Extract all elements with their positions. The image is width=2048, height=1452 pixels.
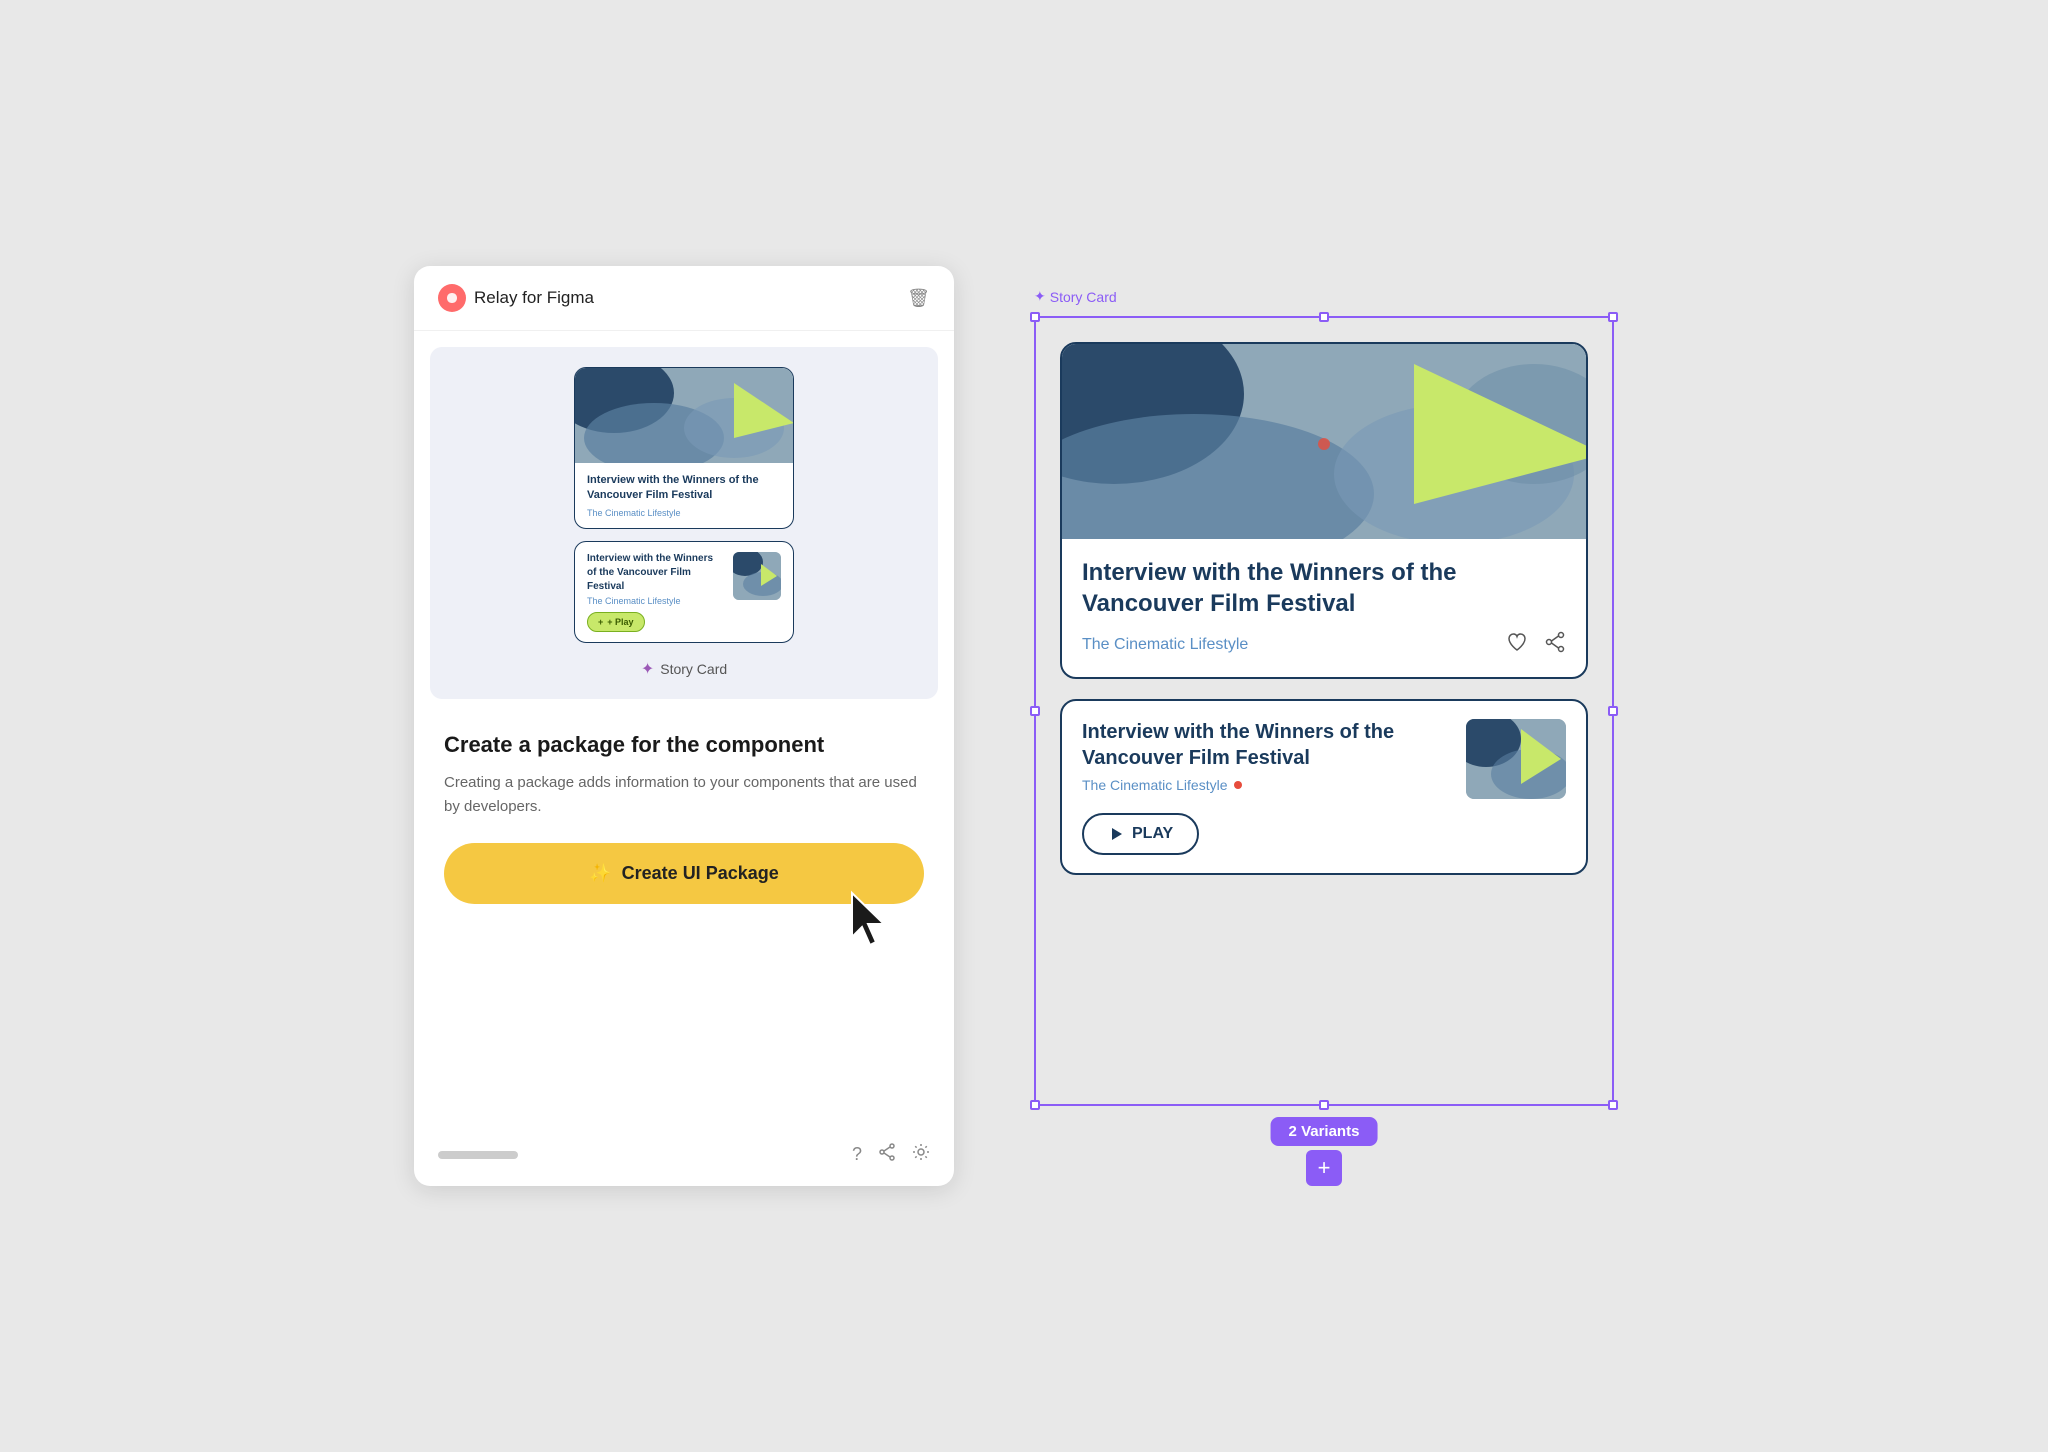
handle-bl: [1030, 1100, 1040, 1110]
handle-bm: [1319, 1100, 1329, 1110]
canvas-cards: Interview with the Winners of the Vancou…: [1036, 318, 1612, 899]
handle-br: [1608, 1100, 1618, 1110]
variants-badge: 2 Variants: [1271, 1117, 1378, 1146]
handle-ml: [1030, 706, 1040, 716]
canvas-small-row: Interview with the Winners of the Vancou…: [1082, 719, 1566, 799]
footer-scrollbar: [438, 1151, 518, 1159]
sparkle-icon: ✦: [641, 659, 654, 679]
left-panel: Relay for Figma 🗑 Interview with the Win…: [414, 266, 954, 1186]
help-icon[interactable]: ?: [852, 1144, 862, 1165]
add-variant-button[interactable]: +: [1306, 1150, 1342, 1186]
sparkle-selection-icon: ✦: [1034, 288, 1046, 305]
canvas-card-image: [1062, 344, 1586, 539]
panel-logo: Relay for Figma: [438, 284, 594, 312]
share-icon[interactable]: [878, 1143, 896, 1166]
preview-card-small: Interview with the Winners of the Vancou…: [574, 541, 794, 643]
panel-header: Relay for Figma 🗑: [414, 266, 954, 331]
trash-icon[interactable]: 🗑: [907, 288, 930, 309]
play-button-large[interactable]: PLAY: [1082, 813, 1199, 855]
canvas-card-title: Interview with the Winners of the Vancou…: [1082, 557, 1566, 619]
handle-mr: [1608, 706, 1618, 716]
canvas-card-large: Interview with the Winners of the Vancou…: [1060, 342, 1588, 679]
right-panel: ✦ Story Card: [1014, 266, 1634, 1186]
play-button-small[interactable]: + + Play: [587, 612, 645, 632]
preview-area: Interview with the Winners of the Vancou…: [430, 347, 938, 699]
wand-icon: ✨: [589, 863, 611, 884]
heart-icon[interactable]: [1506, 631, 1528, 659]
plus-icon-add: +: [1318, 1155, 1331, 1181]
handle-tr: [1608, 312, 1618, 322]
card-title-large: Interview with the Winners of the Vancou…: [587, 473, 781, 504]
panel-title: Relay for Figma: [474, 288, 594, 308]
sc-row: Interview with the Winners of the Vancou…: [587, 552, 781, 606]
preview-card-large: Interview with the Winners of the Vancou…: [574, 367, 794, 529]
canvas-small-sub: The Cinematic Lifestyle: [1082, 777, 1450, 793]
share-canvas-icon[interactable]: [1544, 631, 1566, 659]
play-icon: [1108, 826, 1124, 842]
panel-description: Creating a package adds information to y…: [444, 771, 924, 819]
create-ui-package-button[interactable]: ✨ Create UI Package: [444, 843, 924, 904]
sc-thumb: [733, 552, 781, 600]
component-label: ✦ Story Card: [641, 659, 727, 679]
canvas-small-title: Interview with the Winners of the Vancou…: [1082, 719, 1450, 771]
play-btn-label: PLAY: [1132, 825, 1173, 843]
plus-icon: +: [598, 617, 603, 627]
handle-tl: [1030, 312, 1040, 322]
selection-label: ✦ Story Card: [1034, 288, 1117, 305]
card-sub-small: The Cinematic Lifestyle: [587, 596, 725, 606]
card-body-large: Interview with the Winners of the Vancou…: [575, 463, 793, 528]
play-label: + Play: [607, 617, 633, 627]
canvas-card-small: Interview with the Winners of the Vancou…: [1060, 699, 1588, 875]
card-image-large: [575, 368, 793, 463]
dot-indicator: [1234, 781, 1242, 789]
logo-icon: [438, 284, 466, 312]
handle-tm: [1319, 312, 1329, 322]
canvas-small-thumb: [1466, 719, 1566, 799]
canvas-card-row: The Cinematic Lifestyle: [1082, 631, 1566, 659]
card-title-small: Interview with the Winners of the Vancou…: [587, 552, 725, 594]
create-btn-label: Create UI Package: [622, 863, 779, 884]
selection-box: ✦ Story Card: [1034, 316, 1614, 1106]
card-sub-large: The Cinematic Lifestyle: [587, 508, 781, 518]
panel-content: Create a package for the component Creat…: [414, 715, 954, 1133]
settings-icon[interactable]: [912, 1143, 930, 1166]
canvas-small-text: Interview with the Winners of the Vancou…: [1082, 719, 1450, 793]
panel-main-title: Create a package for the component: [444, 731, 924, 760]
canvas-card-body: Interview with the Winners of the Vancou…: [1062, 539, 1586, 677]
footer-icons: ?: [852, 1143, 930, 1166]
canvas-card-icons: [1506, 631, 1566, 659]
component-name: Story Card: [660, 661, 727, 677]
panel-footer: ?: [414, 1133, 954, 1166]
sc-text: Interview with the Winners of the Vancou…: [587, 552, 725, 606]
canvas-card-sub: The Cinematic Lifestyle: [1082, 636, 1248, 654]
